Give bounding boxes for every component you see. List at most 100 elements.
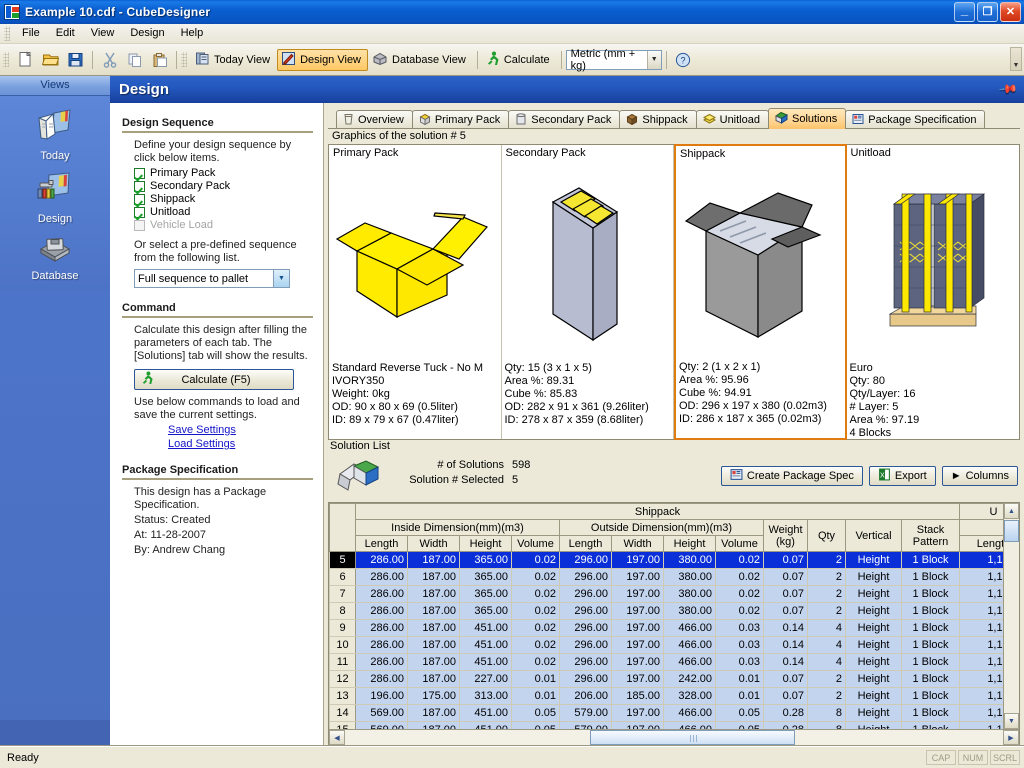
tab-solutions[interactable]: Solutions <box>767 108 847 129</box>
table-head: Shippack U Inside Dimension(mm)(m3) Outs… <box>329 503 1003 552</box>
table-row[interactable]: 8 286.00 187.00 365.00 0.02 296.00 197.0… <box>329 602 1003 620</box>
scroll-up-arrow-icon[interactable]: ▲ <box>1004 503 1019 519</box>
database-view-button[interactable]: Database View <box>368 49 473 71</box>
table-row[interactable]: 11 286.00 187.00 451.00 0.02 296.00 197.… <box>329 653 1003 671</box>
new-button[interactable] <box>14 49 37 71</box>
tab-secondary-pack[interactable]: Secondary Pack <box>508 110 621 129</box>
load-settings-link[interactable]: Load Settings <box>168 438 313 450</box>
header-outside-height[interactable]: Height <box>663 535 716 552</box>
graphics-panel-secondary-pack[interactable]: Secondary Pack Qty: 15 (3 x 1 x 5) Area … <box>501 145 674 439</box>
sequence-dropdown[interactable]: Full sequence to pallet ▼ <box>134 269 290 288</box>
command-heading: Command <box>122 302 176 314</box>
toolbar-separator-1 <box>92 50 93 69</box>
calculate-button[interactable]: Calculate <box>482 49 557 71</box>
units-dropdown[interactable]: Metric (mm + kg) ▼ <box>565 48 662 72</box>
checkbox-primary-pack[interactable]: Primary Pack <box>134 167 313 179</box>
checkbox-unitload[interactable]: Unitload <box>134 206 313 218</box>
header-inside-volume[interactable]: Volume <box>511 535 560 552</box>
tab-shippack[interactable]: Shippack <box>619 110 697 129</box>
close-button[interactable]: ✕ <box>1000 2 1021 22</box>
vertical-scroll-thumb[interactable] <box>1004 520 1019 542</box>
tab-unitload[interactable]: Unitload <box>695 110 769 129</box>
today-view-button[interactable]: Today View <box>191 49 277 71</box>
table-vertical-scrollbar[interactable]: ▲ ▼ <box>1003 503 1019 729</box>
horizontal-scroll-track[interactable] <box>345 730 1003 745</box>
tab-package-specification[interactable]: Package Specification <box>845 110 986 129</box>
header-unitload-length[interactable]: Length <box>959 535 1003 552</box>
help-button[interactable]: ? <box>672 49 695 71</box>
info-line: Standard Reverse Tuck - No M <box>332 362 484 374</box>
table-row[interactable]: 9 286.00 187.00 451.00 0.02 296.00 197.0… <box>329 619 1003 637</box>
checkbox-secondary-pack[interactable]: Secondary Pack <box>134 180 313 192</box>
cell: 0.02 <box>715 568 764 586</box>
header-inside-height[interactable]: Height <box>459 535 512 552</box>
table-row[interactable]: 5 286.00 187.00 365.00 0.02 296.00 197.0… <box>329 551 1003 569</box>
header-weight[interactable]: Weight (kg) <box>763 519 808 552</box>
tab-primary-pack[interactable]: Primary Pack <box>411 110 510 129</box>
table-row[interactable]: 12 286.00 187.00 227.00 0.01 296.00 197.… <box>329 670 1003 688</box>
tab-overview[interactable]: Overview <box>336 110 413 129</box>
menu-view[interactable]: View <box>83 25 123 42</box>
cell: 365.00 <box>459 551 512 569</box>
table-row[interactable]: 13 196.00 175.00 313.00 0.01 206.00 185.… <box>329 687 1003 705</box>
save-settings-link[interactable]: Save Settings <box>168 424 313 436</box>
header-outside-width[interactable]: Width <box>611 535 664 552</box>
cell: 1 Block <box>900 568 961 586</box>
table-row[interactable]: 10 286.00 187.00 451.00 0.02 296.00 197.… <box>329 636 1003 654</box>
graphics-panel-unitload[interactable]: Unitload Euro Qty: 80 Qty/Layer: 16 # La… <box>846 145 1019 439</box>
menu-grip[interactable] <box>4 26 10 41</box>
header-stack-pattern[interactable]: Stack Pattern <box>900 519 961 552</box>
cell: 286.00 <box>355 568 408 586</box>
header-outside-length[interactable]: Length <box>559 535 612 552</box>
toolbar-grip-2[interactable] <box>181 52 187 67</box>
checkbox-shippack[interactable]: Shippack <box>134 193 313 205</box>
table-row[interactable]: 7 286.00 187.00 365.00 0.02 296.00 197.0… <box>329 585 1003 603</box>
columns-button[interactable]: ► Columns <box>941 466 1018 486</box>
maximize-button[interactable]: ❐ <box>977 2 998 22</box>
copy-button[interactable] <box>123 49 146 71</box>
minimize-button[interactable]: _ <box>954 2 975 22</box>
scroll-left-arrow-icon[interactable]: ◀ <box>329 730 345 745</box>
menu-design[interactable]: Design <box>122 25 172 42</box>
info-line: OD: 296 x 197 x 380 (0.02m3) <box>679 400 827 412</box>
pin-icon[interactable]: 📌 <box>998 79 1018 99</box>
scroll-down-arrow-icon[interactable]: ▼ <box>1004 713 1019 729</box>
header-inside-width[interactable]: Width <box>407 535 460 552</box>
sidebar-item-design[interactable]: Design <box>0 166 110 229</box>
cell: 197.00 <box>611 653 664 671</box>
save-button[interactable] <box>64 49 87 71</box>
graphics-panel-primary-pack[interactable]: Primary Pack Standard Reverse Tuck - No … <box>329 145 502 439</box>
header-outside-volume[interactable]: Volume <box>715 535 764 552</box>
header-vertical[interactable]: Vertical <box>845 519 902 552</box>
cut-button[interactable] <box>98 49 121 71</box>
table-row[interactable]: 6 286.00 187.00 365.00 0.02 296.00 197.0… <box>329 568 1003 586</box>
export-button[interactable]: X Export <box>868 466 936 486</box>
menu-file[interactable]: File <box>14 25 48 42</box>
design-view-button[interactable]: Design View <box>277 48 369 71</box>
cell: 296.00 <box>559 551 612 569</box>
table-row[interactable]: 14 569.00 187.00 451.00 0.05 579.00 197.… <box>329 704 1003 722</box>
cell: 197.00 <box>611 568 664 586</box>
horizontal-scroll-thumb[interactable] <box>590 730 795 745</box>
cell: 1,183.0 <box>959 653 1003 671</box>
menu-edit[interactable]: Edit <box>48 25 83 42</box>
scroll-right-arrow-icon[interactable]: ▶ <box>1003 730 1019 745</box>
create-package-spec-button[interactable]: Create Package Spec <box>720 466 863 486</box>
open-button[interactable] <box>39 49 62 71</box>
toolbar-grip-1[interactable] <box>3 52 9 67</box>
sidebar-item-database[interactable]: Database <box>0 229 110 286</box>
toolbar-overflow-button[interactable] <box>1010 47 1022 71</box>
calculate-f5-button[interactable]: Calculate (F5) <box>134 369 294 390</box>
paste-button[interactable] <box>148 49 171 71</box>
cell: 187.00 <box>407 670 460 688</box>
menu-help[interactable]: Help <box>173 25 212 42</box>
table-horizontal-scrollbar[interactable]: ◀ ▶ <box>329 729 1019 745</box>
sidebar-item-today[interactable]: Today <box>0 103 110 166</box>
graphics-panel-shippack[interactable]: Shippack Qty: 2 (1 x 2 x 1) Area %: 95.9… <box>674 144 847 440</box>
table-row[interactable]: 15 569.00 187.00 451.00 0.05 579.00 197.… <box>329 721 1003 729</box>
vertical-scroll-track[interactable] <box>1004 542 1019 713</box>
cell: 0.02 <box>511 568 560 586</box>
header-qty[interactable]: Qty <box>807 519 846 552</box>
header-inside-length[interactable]: Length <box>355 535 408 552</box>
cell: 0.01 <box>511 687 560 705</box>
